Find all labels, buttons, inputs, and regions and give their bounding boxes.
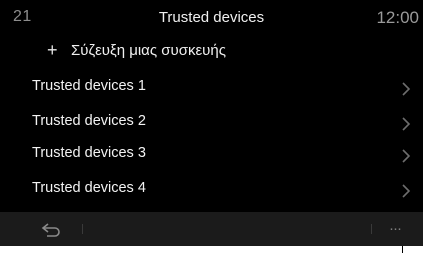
screen: 21 Trusted devices 12:00 + Σύζευξη μιας …	[0, 0, 423, 246]
clock: 12:00	[376, 8, 419, 27]
list-item-trusted-device-4[interactable]: Trusted devices 4	[0, 175, 423, 205]
more-options-button[interactable]: ···	[389, 220, 402, 237]
plus-icon: +	[47, 40, 58, 60]
trusted-devices-list: Trusted devices 1 Trusted devices 2 Trus…	[0, 68, 423, 208]
list-item-trusted-device-1[interactable]: Trusted devices 1	[0, 73, 423, 103]
list-item-label: Trusted devices 1	[32, 78, 146, 94]
bottom-bar: ···	[0, 212, 423, 246]
back-button[interactable]	[38, 220, 64, 238]
chevron-right-icon	[402, 149, 411, 163]
chevron-right-icon	[402, 82, 411, 96]
edge-mark	[402, 246, 403, 253]
pair-device-button[interactable]: + Σύζευξη μιας συσκευής	[0, 36, 423, 66]
divider	[82, 224, 83, 234]
list-item-label: Trusted devices 4	[32, 180, 146, 196]
status-bar: 21 Trusted devices 12:00	[0, 0, 423, 34]
divider	[371, 224, 372, 234]
page-title: Trusted devices	[158, 9, 265, 26]
list-item-trusted-device-2[interactable]: Trusted devices 2	[0, 108, 423, 138]
list-item-trusted-device-3[interactable]: Trusted devices 3	[0, 140, 423, 170]
chevron-right-icon	[402, 117, 411, 131]
pair-device-label: Σύζευξη μιας συσκευής	[71, 42, 226, 59]
back-icon	[41, 223, 60, 237]
list-item-label: Trusted devices 3	[32, 145, 146, 161]
list-item-label: Trusted devices 2	[32, 113, 146, 129]
chevron-right-icon	[402, 184, 411, 198]
